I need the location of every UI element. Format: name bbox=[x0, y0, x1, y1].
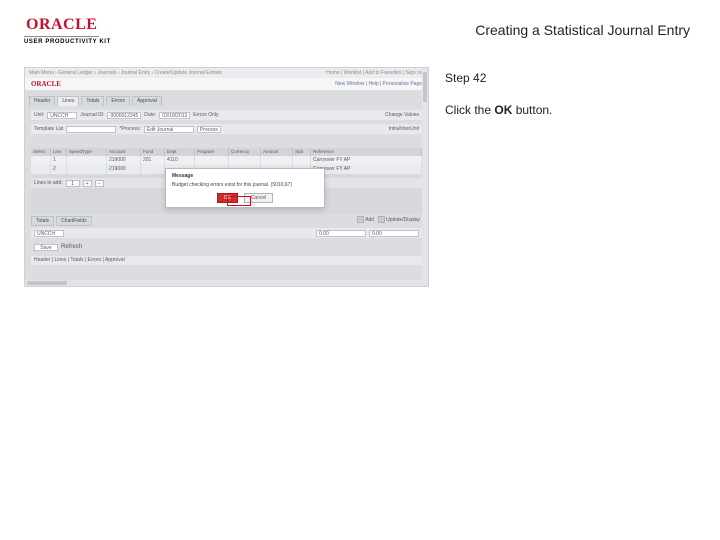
instruction-pre: Click the bbox=[445, 103, 494, 117]
col-amount: Amount bbox=[261, 148, 293, 156]
form-row-1: Unit: UNCCH Journal ID: 0000012345 Date:… bbox=[31, 110, 422, 120]
plus-icon bbox=[357, 216, 364, 223]
tab-errors[interactable]: Errors bbox=[106, 96, 130, 106]
header: ORACLE USER PRODUCTIVITY KIT Creating a … bbox=[24, 16, 696, 45]
add-button[interactable]: Add bbox=[357, 216, 374, 223]
app-topbar: ORACLE New Window | Help | Personalize P… bbox=[25, 78, 428, 90]
process-label: *Process: bbox=[119, 126, 140, 132]
process-select[interactable]: Edit Journal bbox=[144, 126, 194, 133]
unit-field[interactable]: UNCCH bbox=[47, 112, 77, 119]
totals-credits: 0.00 bbox=[369, 230, 419, 237]
unit-label: Unit: bbox=[34, 112, 44, 118]
col-dept: Dept bbox=[165, 148, 195, 156]
col-speedtype: SpeedType bbox=[67, 148, 107, 156]
tabs: Header Lines Totals Errors Approval bbox=[29, 96, 424, 106]
update-display-button[interactable]: Update/Display bbox=[378, 216, 420, 223]
message-title: Message bbox=[172, 173, 318, 179]
instruction-pane: Step 42 Click the OK button. bbox=[443, 67, 696, 287]
breadcrumb-right: Home | Worklist | Add to Favorites | Sig… bbox=[326, 70, 424, 76]
save-row: Save Refresh bbox=[31, 242, 422, 252]
instruction-post: button. bbox=[512, 103, 552, 117]
brand-logo: ORACLE bbox=[24, 16, 99, 37]
add-update-bar: Add Update/Display bbox=[357, 216, 420, 223]
scrollbar-vertical[interactable] bbox=[422, 68, 428, 286]
footer-links[interactable]: Header | Lines | Totals | Errors | Appro… bbox=[31, 256, 422, 265]
lower-tab-totals[interactable]: Totals bbox=[31, 216, 54, 226]
screenshot: Main Menu › General Ledger › Journals › … bbox=[24, 67, 429, 287]
col-stat: Stat bbox=[293, 148, 311, 156]
jid-label: Journal ID: bbox=[80, 112, 104, 118]
topbar-links: New Window | Help | Personalize Page bbox=[335, 81, 422, 87]
col-account: Account bbox=[107, 148, 141, 156]
page-title: Creating a Statistical Journal Entry bbox=[129, 16, 696, 38]
save-button[interactable]: Save bbox=[34, 244, 58, 251]
scrollbar-horizontal[interactable] bbox=[25, 280, 422, 286]
col-fund: Fund bbox=[141, 148, 165, 156]
step-label: Step 42 bbox=[445, 71, 694, 85]
jid-field[interactable]: 0000012345 bbox=[107, 112, 141, 119]
template-list-label: Template List bbox=[34, 126, 63, 132]
form-row-2: Template List *Process: Edit Journal Pro… bbox=[31, 124, 422, 134]
lower-tab-chartfields[interactable]: ChartFields bbox=[56, 216, 92, 226]
template-list-field[interactable] bbox=[66, 126, 116, 133]
grid-header: Select Line SpeedType Account Fund Dept … bbox=[31, 148, 422, 156]
logo-block: ORACLE USER PRODUCTIVITY KIT bbox=[24, 16, 111, 45]
message-text: Budget checking errors exist for this jo… bbox=[172, 182, 318, 188]
col-reference: Reference bbox=[311, 148, 422, 156]
process-button[interactable]: Process bbox=[197, 126, 221, 133]
instruction-bold: OK bbox=[494, 103, 512, 117]
change-values-link[interactable]: Change Values bbox=[385, 112, 419, 118]
tab-header[interactable]: Header bbox=[29, 96, 55, 106]
totals-unit: UNCCH bbox=[34, 230, 64, 237]
scrollbar-thumb-v[interactable] bbox=[423, 72, 427, 102]
col-program: Program bbox=[195, 148, 229, 156]
tab-lines[interactable]: Lines bbox=[57, 96, 79, 106]
col-select: Select bbox=[31, 148, 51, 156]
date-field[interactable]: 03/18/2013 bbox=[159, 112, 190, 119]
content: Main Menu › General Ledger › Journals › … bbox=[24, 67, 696, 287]
errors-only-checkbox[interactable]: Errors Only bbox=[193, 112, 218, 118]
breadcrumb: Main Menu › General Ledger › Journals › … bbox=[29, 70, 222, 76]
ok-highlight bbox=[227, 196, 251, 206]
totals-debits: 0.00 bbox=[316, 230, 366, 237]
scrollbar-thumb-h[interactable] bbox=[27, 281, 67, 285]
oracle-logo: ORACLE bbox=[31, 80, 61, 88]
breadcrumb-bar: Main Menu › General Ledger › Journals › … bbox=[25, 68, 428, 78]
refresh-button[interactable]: Refresh bbox=[61, 244, 82, 250]
instruction-text: Click the OK button. bbox=[445, 103, 694, 117]
page: ORACLE USER PRODUCTIVITY KIT Creating a … bbox=[0, 0, 720, 540]
brand-subtitle: USER PRODUCTIVITY KIT bbox=[24, 39, 111, 45]
totals-row: UNCCH 0.00 0.00 bbox=[31, 228, 422, 238]
update-icon bbox=[378, 216, 385, 223]
intraunit-link[interactable]: Intra/InterUnit bbox=[389, 126, 419, 132]
tab-totals[interactable]: Totals bbox=[81, 96, 104, 106]
col-line: Line bbox=[51, 148, 67, 156]
date-label: Date: bbox=[144, 112, 156, 118]
col-currency: Currency bbox=[229, 148, 261, 156]
tab-approval[interactable]: Approval bbox=[132, 96, 162, 106]
